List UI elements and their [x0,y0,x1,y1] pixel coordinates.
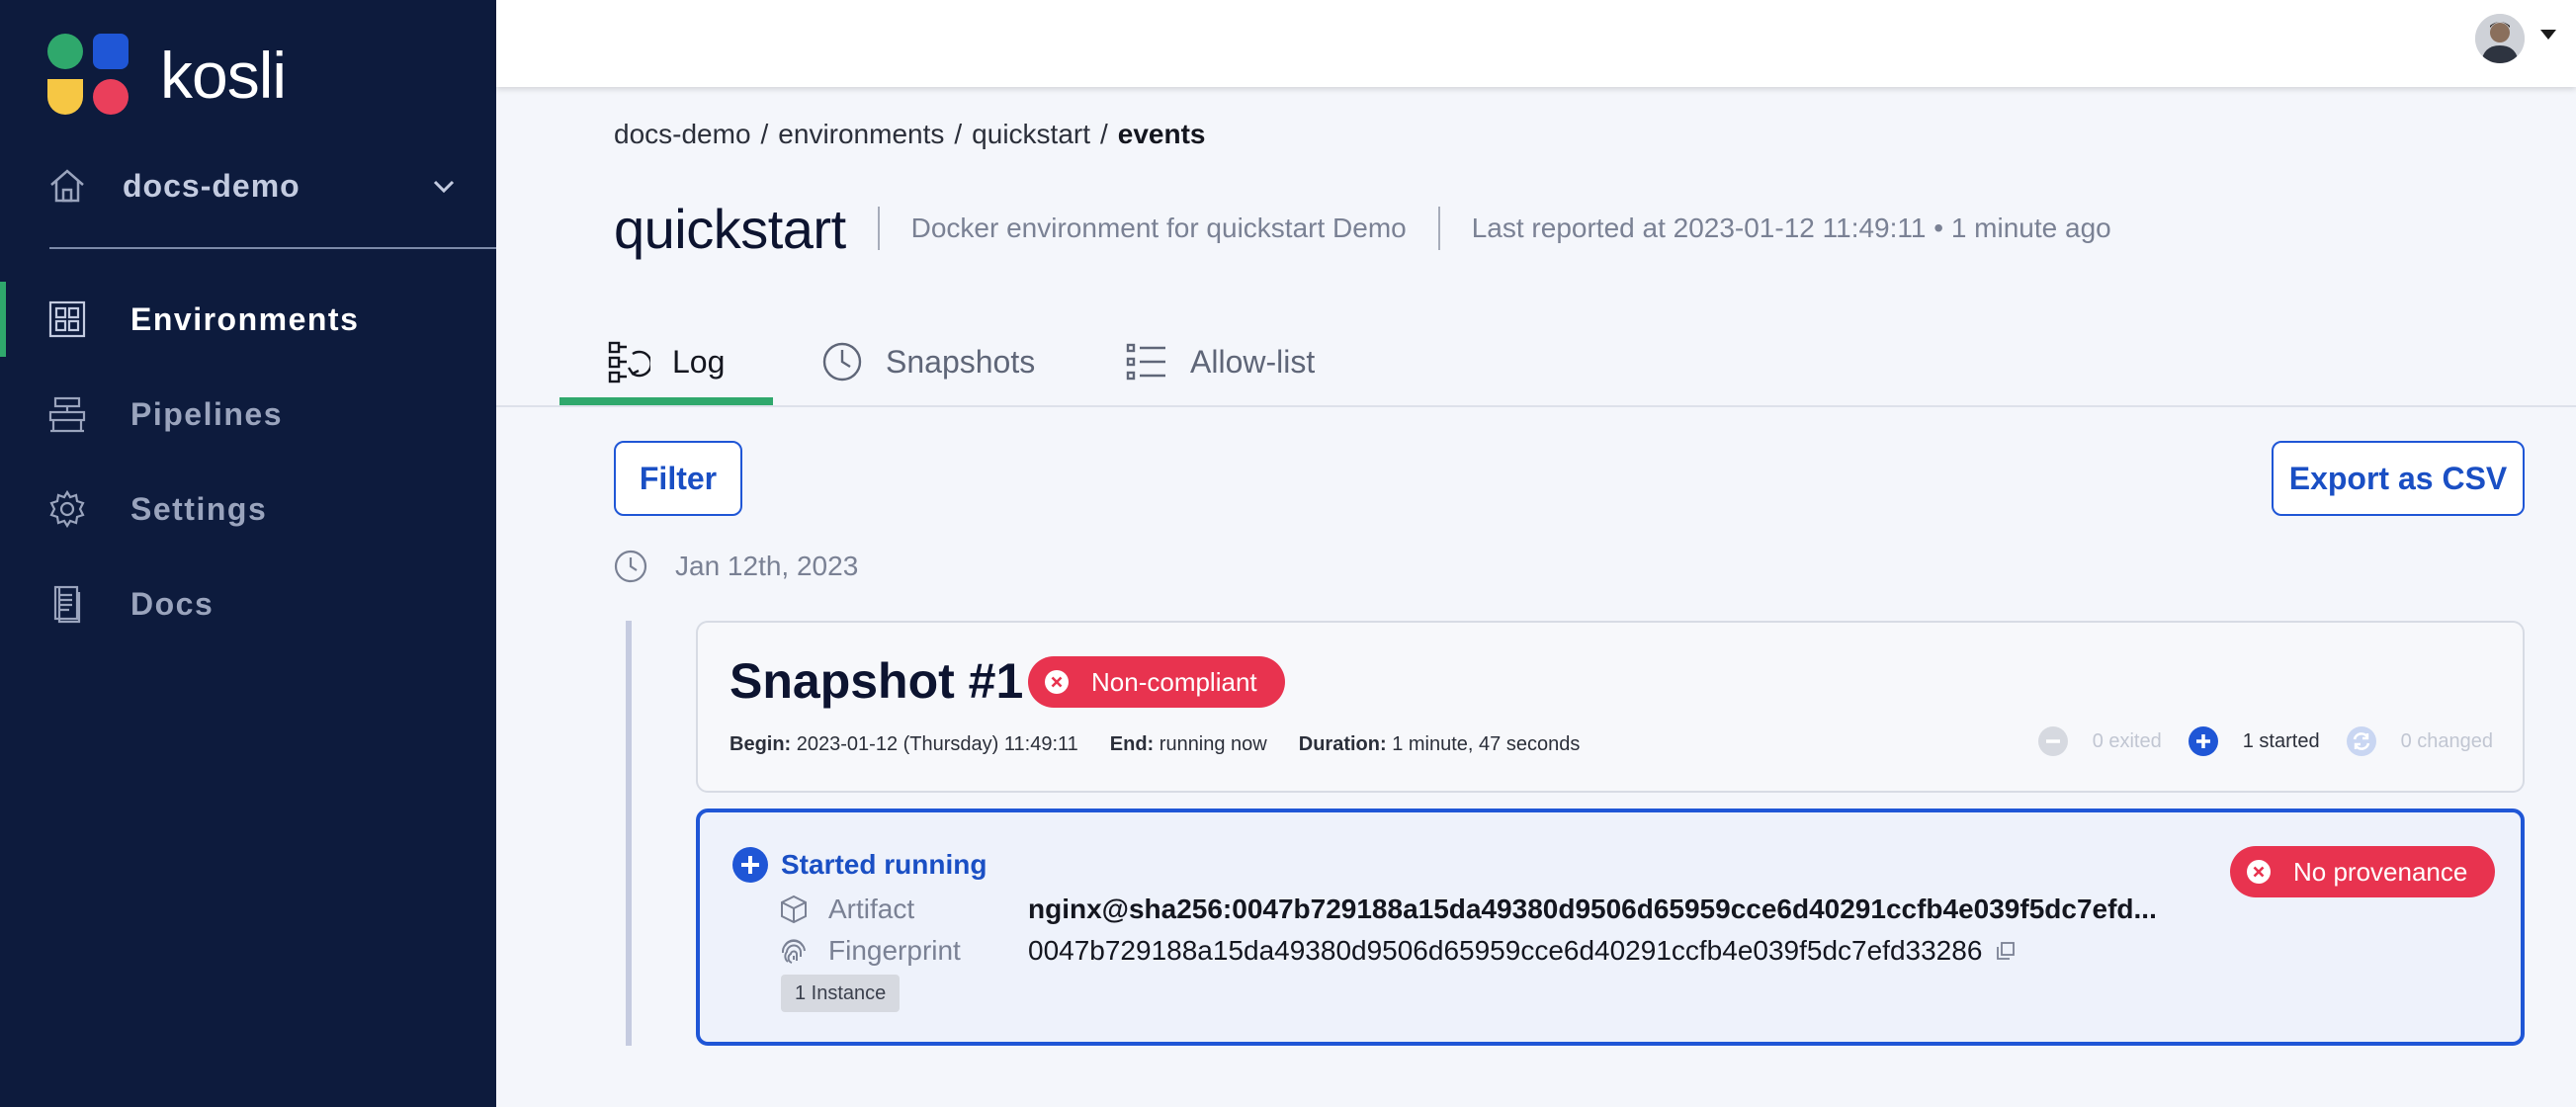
artifact-link[interactable]: nginx@sha256:0047b729188a15da49380d9506d… [1028,894,2157,925]
provenance-badge: No provenance [2230,846,2496,897]
breadcrumb-separator: / [954,119,963,149]
exited-label: 0 exited [2092,729,2162,752]
clock-icon [614,550,647,583]
sidebar: kosli docs-demo Environments Pipelines S… [0,0,496,1107]
user-menu-caret-icon[interactable] [2540,30,2556,40]
fingerprint-label: Fingerprint [828,935,961,966]
clock-icon [822,342,862,382]
duration-value: 1 minute, 47 seconds [1392,733,1581,755]
page-title: quickstart [614,197,846,260]
active-tab-indicator [559,397,773,405]
breadcrumb-separator: / [760,119,769,149]
list-icon [1126,343,1165,381]
chevron-down-icon [433,180,455,194]
grid-icon [48,300,86,338]
log-date-header: Jan 12th, 2023 [614,550,858,583]
snapshot-title[interactable]: Snapshot #1 [730,652,1023,710]
snapshot-counts: 0 exited 1 started 0 changed [2012,725,2493,757]
tab-log[interactable]: Log [607,316,725,407]
breadcrumb-link-environments[interactable]: environments [778,119,944,150]
fingerprint-icon [781,939,806,964]
brand-name: kosli [160,39,287,112]
artifact-label: Artifact [828,894,915,924]
plus-circle-icon [2188,726,2218,756]
breadcrumb-separator: / [1100,119,1108,149]
started-count: 1 started [2188,725,2320,757]
begin-value: 2023-01-12 (Thursday) 11:49:11 [796,733,1078,755]
started-label: 1 started [2242,729,2320,752]
status-badge: Non-compliant [1028,656,1285,708]
org-selector[interactable]: docs-demo [47,158,457,213]
duration-label: Duration: [1298,733,1387,755]
fingerprint-value: 0047b729188a15da49380d9506d65959cce6d402… [1028,935,1983,966]
log-icon [608,341,650,383]
tab-label: Snapshots [886,343,1036,380]
tab-snapshots[interactable]: Snapshots [820,316,1035,407]
breadcrumb: docs-demo / environments / quickstart / … [614,119,1206,150]
home-icon [50,169,84,203]
tab-label: Allow-list [1190,343,1316,380]
header-divider [877,207,880,250]
artifact-row: Artifact nginx@sha256:0047b729188a15da49… [779,894,2157,925]
tab-label: Log [672,343,726,380]
minus-circle-icon [2037,726,2068,756]
tab-allow-list[interactable]: Allow-list [1125,316,1315,407]
snapshot-begin: Begin: 2023-01-12 (Thursday) 11:49:11 [730,733,1078,756]
sidebar-item-docs[interactable]: Docs [0,566,496,641]
user-avatar[interactable] [2475,14,2525,63]
gear-icon [49,489,85,529]
end-value: running now [1159,733,1267,755]
kosli-logo-mark [47,34,130,117]
sidebar-item-label: Pipelines [130,395,283,432]
export-csv-button[interactable]: Export as CSV [2272,441,2525,516]
box-icon [781,894,807,924]
snapshot-end: End: running now [1110,733,1267,756]
sidebar-item-pipelines[interactable]: Pipelines [0,377,496,452]
header-divider [1437,207,1440,250]
tab-bar: Log Snapshots Allow-list [496,316,2576,407]
document-icon [53,585,81,624]
filter-button[interactable]: Filter [614,441,742,516]
end-label: End: [1109,733,1155,755]
breadcrumb-link-org[interactable]: docs-demo [614,119,751,150]
page-header: quickstart Docker environment for quicks… [614,194,2111,263]
exited-count: 0 exited [2037,725,2162,757]
log-date: Jan 12th, 2023 [675,551,859,581]
fingerprint-row: Fingerprint 0047b729188a15da49380d9506d6… [779,935,2016,967]
snapshot-card[interactable]: Snapshot #1 Non-compliant Begin: 2023-01… [696,621,2525,793]
event-header: Started running [731,846,987,884]
error-icon [1045,670,1069,694]
org-name: docs-demo [123,167,301,204]
plus-circle-icon [732,847,768,883]
sidebar-item-label: Settings [130,490,268,527]
sidebar-item-environments[interactable]: Environments [0,282,496,357]
event-card[interactable]: Started running No provenance Artifact n… [696,809,2525,1046]
sidebar-item-label: Environments [130,300,360,337]
instance-count-tag: 1 Instance [781,975,901,1012]
breadcrumb-current: events [1117,119,1206,149]
environment-description: Docker environment for quickstart Demo [910,213,1407,243]
sidebar-divider [49,247,496,249]
copy-icon[interactable] [1996,941,2016,961]
status-badge-label: Non-compliant [1091,666,1257,697]
error-icon [2247,860,2271,884]
sidebar-item-settings[interactable]: Settings [0,471,496,547]
event-title: Started running [781,849,987,880]
pipeline-icon [48,396,86,433]
changed-count: 0 changed [2346,725,2493,757]
begin-label: Begin: [730,733,792,755]
refresh-circle-icon [2346,726,2376,756]
breadcrumb-link-environment[interactable]: quickstart [972,119,1090,150]
timeline-bar [626,621,632,1046]
kosli-logo[interactable]: kosli [47,34,287,117]
sidebar-item-label: Docs [130,585,215,622]
avatar-image [2475,14,2525,63]
snapshot-meta: Begin: 2023-01-12 (Thursday) 11:49:11 En… [730,733,1580,756]
snapshot-duration: Duration: 1 minute, 47 seconds [1299,733,1581,756]
provenance-badge-label: No provenance [2293,856,2468,887]
changed-label: 0 changed [2400,729,2493,752]
last-reported: Last reported at 2023-01-12 11:49:11 • 1… [1471,213,2111,243]
top-bar [496,0,2576,87]
